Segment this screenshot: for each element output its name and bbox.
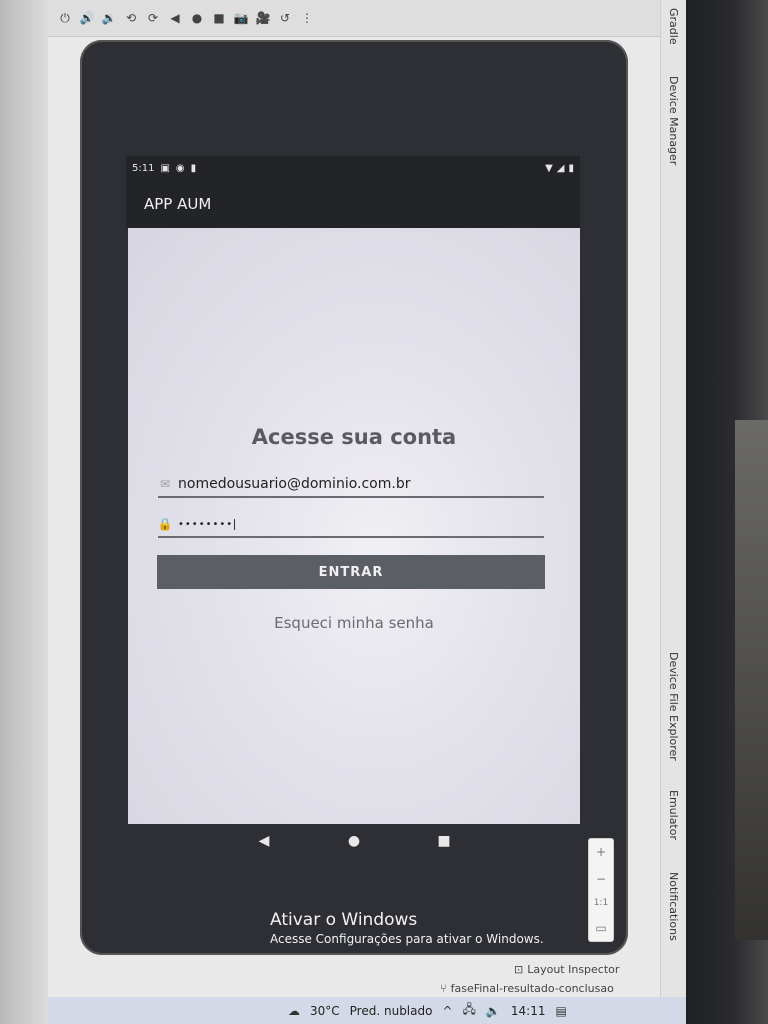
wifi-icon: ▼ <box>545 162 553 174</box>
home-icon[interactable]: ● <box>188 9 206 27</box>
git-branch-indicator[interactable]: ⑂ faseFinal-resultado-conclusao <box>440 982 614 995</box>
rotate-alt-icon[interactable]: ⟳ <box>144 9 162 27</box>
lock-icon: 🔒 <box>157 517 173 531</box>
notification-center-icon[interactable]: ▤ <box>555 1004 566 1018</box>
rotate-icon[interactable]: ⟲ <box>122 9 140 27</box>
volume-down-icon[interactable]: 🔉 <box>100 9 118 27</box>
app-title: APP AUM <box>144 195 212 213</box>
monitor-bezel-left <box>0 0 48 1024</box>
zoom-in-button[interactable]: + <box>596 845 606 859</box>
email-icon: ✉ <box>159 477 171 491</box>
password-field[interactable]: 🔒 •••••••• <box>158 512 544 538</box>
overview-icon[interactable]: ■ <box>210 9 228 27</box>
speaker-icon[interactable]: 🔈 <box>486 1004 501 1018</box>
login-screen: Acesse sua conta ✉ 🔒 •••••••• ENTRAR Esq… <box>128 228 580 824</box>
emulator-tab[interactable]: Emulator <box>667 790 680 840</box>
weather-text[interactable]: Pred. nublado <box>350 1004 433 1018</box>
android-status-bar: 5:11 ▣ ◉ ▮ ▼ ◢ ▮ <box>126 156 580 180</box>
forgot-password-link[interactable]: Esqueci minha senha <box>128 614 580 632</box>
notification-icon: ▣ <box>160 162 170 174</box>
zoom-reset-button[interactable]: 1:1 <box>594 898 608 908</box>
login-button[interactable]: ENTRAR <box>157 555 545 589</box>
nav-home-button[interactable]: ● <box>344 831 364 851</box>
volume-up-icon[interactable]: 🔊 <box>78 9 96 27</box>
weather-temp[interactable]: 30°C <box>310 1004 340 1018</box>
weather-icon: ☁ <box>288 1003 300 1018</box>
android-nav-bar: ◀ ● ■ <box>128 826 580 856</box>
ide-bottom-bar: ⊡ Layout Inspector ⑂ faseFinal-resultado… <box>48 955 638 997</box>
battery-icon: ▮ <box>568 162 574 174</box>
layout-inspector-label: Layout Inspector <box>527 963 620 976</box>
history-icon[interactable]: ↺ <box>276 9 294 27</box>
power-icon[interactable]: ⏻ <box>56 9 74 27</box>
gradle-tab[interactable]: Gradle <box>667 8 680 45</box>
layout-inspector-icon: ⊡ <box>514 963 524 976</box>
sd-card-icon: ▮ <box>190 162 197 174</box>
watermark-title: Ativar o Windows <box>270 910 418 930</box>
login-heading: Acesse sua conta <box>251 425 457 449</box>
app-bar: APP AUM <box>126 180 580 228</box>
chevron-up-icon[interactable]: ^ <box>442 1004 452 1018</box>
screenshot-frame-icon[interactable]: ▭ <box>595 921 606 935</box>
device-manager-tab[interactable]: Device Manager <box>667 76 680 165</box>
windows-activation-watermark: Ativar o Windows Acesse Configurações pa… <box>270 910 544 946</box>
zoom-out-button[interactable]: − <box>596 872 606 886</box>
tool-window-strip: Gradle Device Manager Device File Explor… <box>660 0 687 1024</box>
watermark-subtitle: Acesse Configurações para ativar o Windo… <box>270 932 544 946</box>
signal-icon: ◢ <box>556 162 565 174</box>
email-field[interactable]: ✉ <box>158 472 544 498</box>
background-object <box>735 420 768 940</box>
camera-icon[interactable]: 📷 <box>232 9 250 27</box>
email-input[interactable] <box>178 476 518 492</box>
branch-label: faseFinal-resultado-conclusao <box>450 982 614 995</box>
layout-inspector-button[interactable]: ⊡ Layout Inspector <box>514 963 619 976</box>
device-file-explorer-tab[interactable]: Device File Explorer <box>667 652 680 761</box>
emulator-toolbar: ⏻ 🔊 🔉 ⟲ ⟳ ◀ ● ■ 📷 🎥 ↺ ⋮ <box>48 0 674 37</box>
notifications-tab[interactable]: Notifications <box>667 872 680 941</box>
taskbar-clock[interactable]: 14:11 <box>511 1004 546 1018</box>
more-icon[interactable]: ⋮ <box>298 9 316 27</box>
network-icon[interactable]: 🖧 <box>463 1000 476 1021</box>
password-input[interactable]: •••••••• <box>178 518 236 530</box>
branch-icon: ⑂ <box>440 982 447 995</box>
video-icon[interactable]: 🎥 <box>254 9 272 27</box>
nav-back-button[interactable]: ◀ <box>254 831 274 851</box>
zoom-controls: + − 1:1 ▭ <box>588 838 614 942</box>
back-icon[interactable]: ◀ <box>166 9 184 27</box>
windows-taskbar: ☁ 30°C Pred. nublado ^ 🖧 🔈 14:11 ▤ <box>48 997 686 1024</box>
nav-recents-button[interactable]: ■ <box>434 831 454 851</box>
status-time: 5:11 <box>132 162 155 174</box>
sync-icon: ◉ <box>175 162 185 174</box>
